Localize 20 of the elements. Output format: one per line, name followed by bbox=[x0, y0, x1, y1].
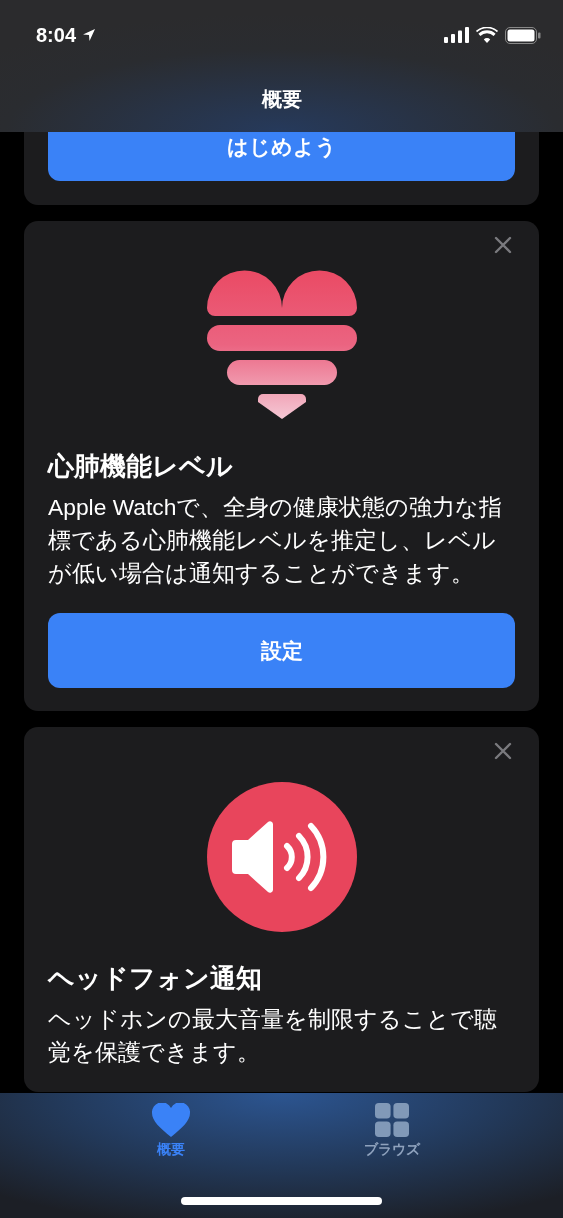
signal-icon bbox=[444, 27, 469, 43]
grid-icon bbox=[374, 1103, 411, 1137]
location-arrow-icon bbox=[82, 28, 97, 42]
card-title: 心肺機能レベル bbox=[48, 450, 234, 482]
card-description: Apple Watchで、全身の健康状態の強力な指標である心肺機能レベルを推定し、レベルが低い場合は通知することができます。 bbox=[48, 493, 504, 588]
status-time: 8:04 bbox=[36, 23, 77, 47]
close-icon[interactable] bbox=[493, 741, 513, 761]
card-description: ヘッドホンの最大音量を制限することで聴覚を保護できます。 bbox=[48, 1005, 498, 1067]
heart-icon bbox=[151, 1103, 190, 1137]
tab[interactable]: ブラウズ bbox=[342, 1103, 443, 1159]
get-started-button[interactable]: はじめよう bbox=[48, 132, 515, 181]
setup-button[interactable]: 設定 bbox=[48, 613, 515, 688]
battery-icon bbox=[505, 26, 541, 44]
screen-title: 概要 bbox=[260, 87, 303, 112]
wifi-icon bbox=[476, 27, 498, 43]
close-icon[interactable] bbox=[493, 235, 513, 255]
heart-stripes-icon bbox=[206, 270, 357, 420]
tab[interactable]: 概要 bbox=[120, 1103, 221, 1159]
card-title: ヘッドフォン通知 bbox=[48, 962, 263, 994]
speaker-icon bbox=[206, 782, 357, 932]
